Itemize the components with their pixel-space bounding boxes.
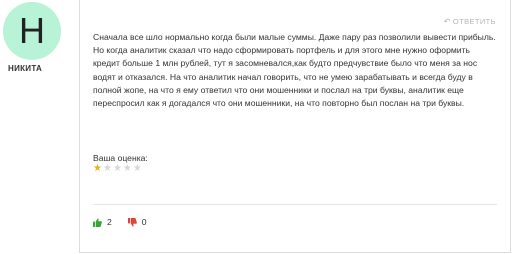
author-name: НИКИТА <box>8 64 43 73</box>
vote-bar: 2 0 <box>93 217 147 227</box>
comment-text: Сначала все шло нормально когда были мал… <box>93 32 496 109</box>
avatar: Н <box>3 2 61 60</box>
like-count: 2 <box>107 217 112 227</box>
star-empty-icon[interactable]: ★ <box>133 163 142 175</box>
rating-label: Ваша оценка: <box>93 153 148 163</box>
reply-button[interactable]: ↶ ОТВЕТИТЬ <box>444 17 496 26</box>
thumbs-up-icon <box>93 217 102 227</box>
dislike-count: 0 <box>141 217 147 227</box>
star-empty-icon[interactable]: ★ <box>123 163 132 175</box>
thumbs-down-icon <box>127 217 137 227</box>
avatar-initial: Н <box>19 10 45 51</box>
dislike-button[interactable]: 0 <box>127 217 147 227</box>
like-button[interactable]: 2 <box>93 217 112 227</box>
reply-label: ОТВЕТИТЬ <box>452 17 496 26</box>
star-filled-icon[interactable]: ★ <box>93 163 102 175</box>
star-empty-icon[interactable]: ★ <box>103 163 112 175</box>
comment-card: ↶ ОТВЕТИТЬ Сначала все шло нормально ког… <box>79 0 511 253</box>
reply-arrow-icon: ↶ <box>443 16 451 26</box>
star-empty-icon[interactable]: ★ <box>113 163 122 175</box>
rating-stars[interactable]: ★ ★ ★ ★ ★ <box>93 163 142 175</box>
comment-author: Н НИКИТА <box>0 0 72 80</box>
divider <box>93 204 497 205</box>
